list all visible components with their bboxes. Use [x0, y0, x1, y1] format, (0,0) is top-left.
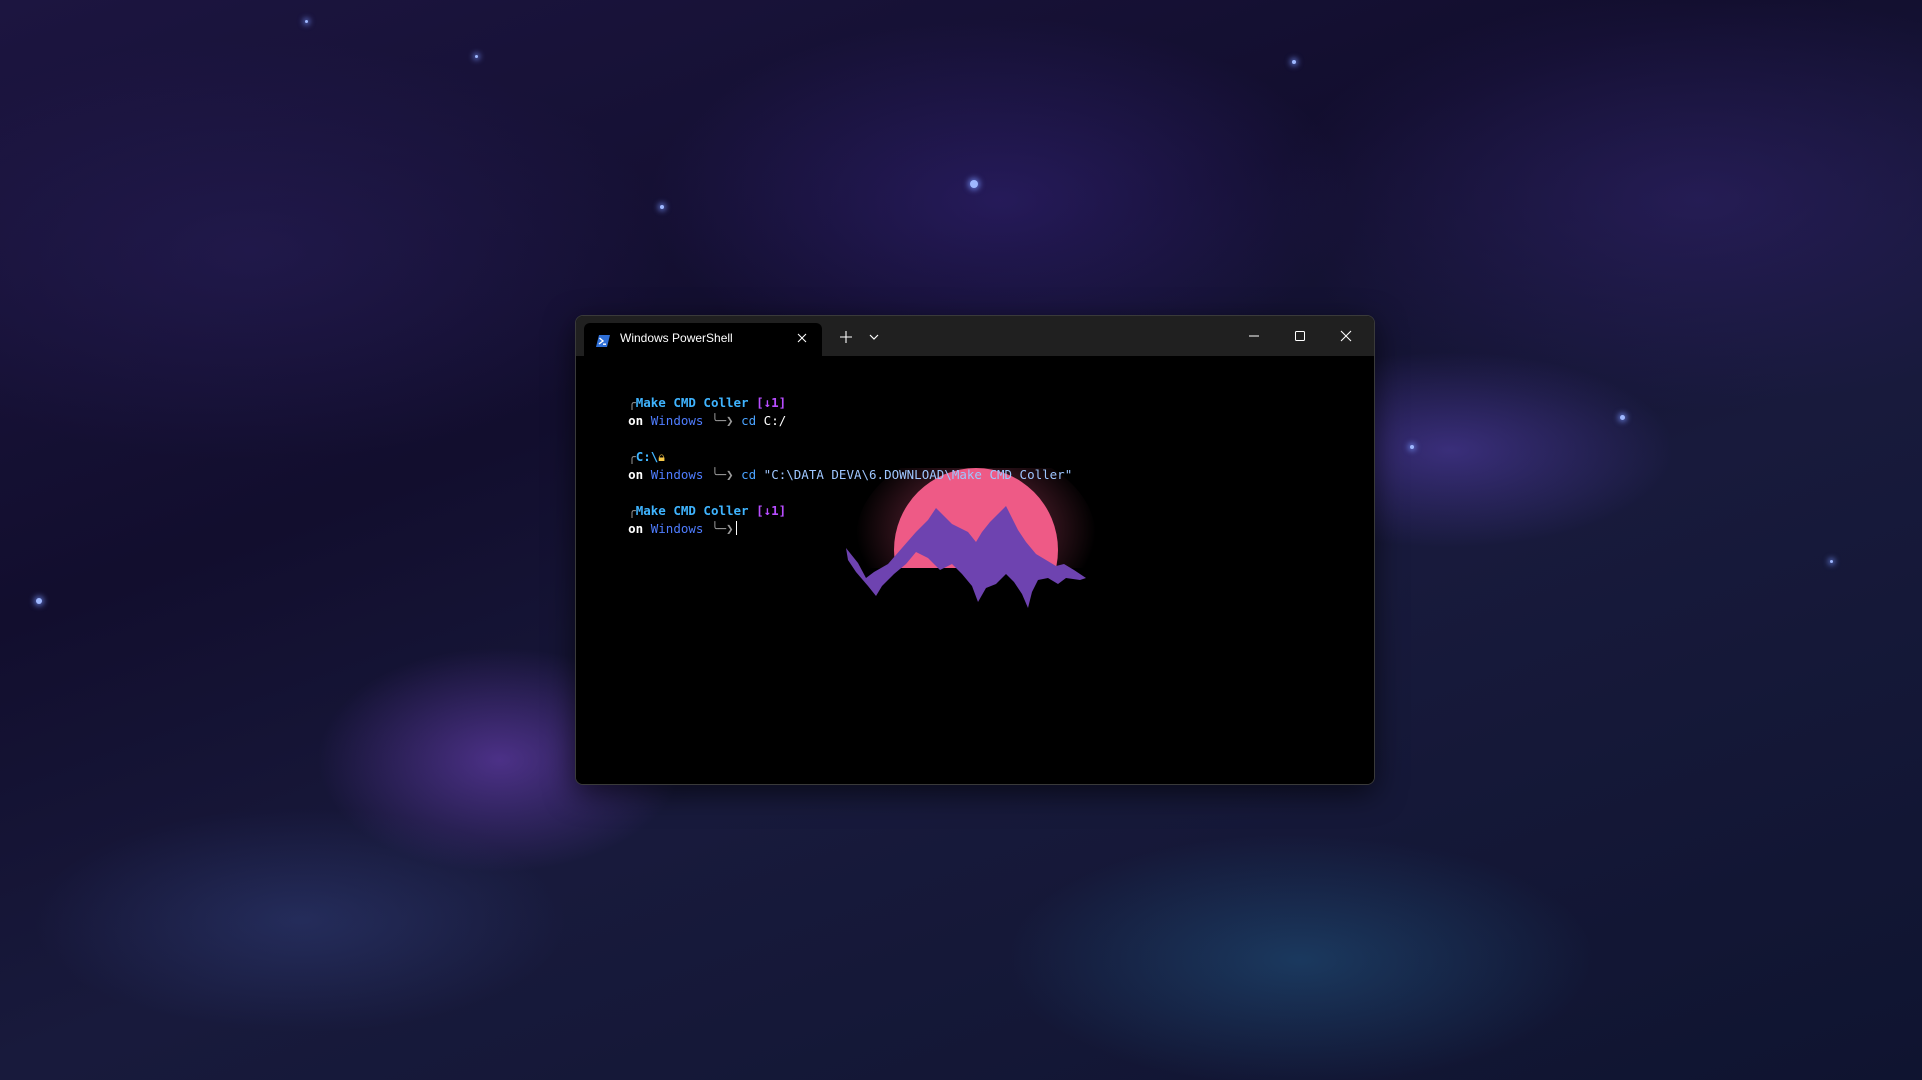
prompt-on: on: [628, 521, 644, 536]
title-bar[interactable]: Windows PowerShell: [576, 316, 1374, 356]
prompt-arrow: ╰─❯: [710, 467, 734, 482]
tab-windows-powershell[interactable]: Windows PowerShell: [584, 323, 822, 356]
command-args: C:/: [763, 413, 787, 428]
command-name: cd: [741, 413, 757, 428]
tab-close-icon[interactable]: [796, 332, 808, 344]
minimize-icon: [1249, 335, 1259, 337]
tab-title: Windows PowerShell: [620, 331, 733, 345]
prompt-on: on: [628, 467, 644, 482]
terminal-window: Windows PowerShell ╭Make CMD Coller [↓1]…: [575, 315, 1375, 785]
chevron-down-icon: [869, 334, 879, 340]
wallpaper-star: [970, 180, 978, 188]
prompt-arrow: ╰─❯: [710, 521, 734, 536]
new-tab-button[interactable]: [838, 329, 854, 345]
tab-dropdown-button[interactable]: [867, 330, 881, 344]
maximize-button[interactable]: [1292, 328, 1308, 344]
wallpaper-star: [305, 20, 308, 23]
plus-icon: [840, 331, 852, 343]
wallpaper-star: [660, 205, 664, 209]
prompt-host: Windows: [650, 521, 704, 536]
command-name: cd: [741, 467, 757, 482]
terminal-output[interactable]: ╭Make CMD Coller [↓1] on Windows ╰─❯ cd …: [576, 356, 1374, 784]
powershell-icon: [596, 332, 610, 347]
prompt-host: Windows: [650, 413, 704, 428]
close-icon: [1340, 330, 1352, 342]
minimize-button[interactable]: [1246, 328, 1262, 344]
wallpaper-star: [1292, 60, 1296, 64]
command-args: "C:\DATA DEVA\6.DOWNLOAD\Make CMD Coller…: [763, 467, 1073, 482]
maximize-icon: [1295, 331, 1305, 341]
prompt-arrow: ╰─❯: [710, 413, 734, 428]
wallpaper-star: [1410, 445, 1414, 449]
close-button[interactable]: [1338, 328, 1354, 344]
wallpaper-star: [1830, 560, 1833, 563]
git-status: [↓1]: [756, 503, 787, 518]
prompt-on: on: [628, 413, 644, 428]
wallpaper-star: [36, 598, 42, 604]
wallpaper-star: [1620, 415, 1625, 420]
prompt-host: Windows: [650, 467, 704, 482]
terminal-input-line[interactable]: on Windows ╰─❯: [583, 505, 737, 553]
text-cursor: [735, 521, 737, 535]
wallpaper-star: [475, 55, 478, 58]
